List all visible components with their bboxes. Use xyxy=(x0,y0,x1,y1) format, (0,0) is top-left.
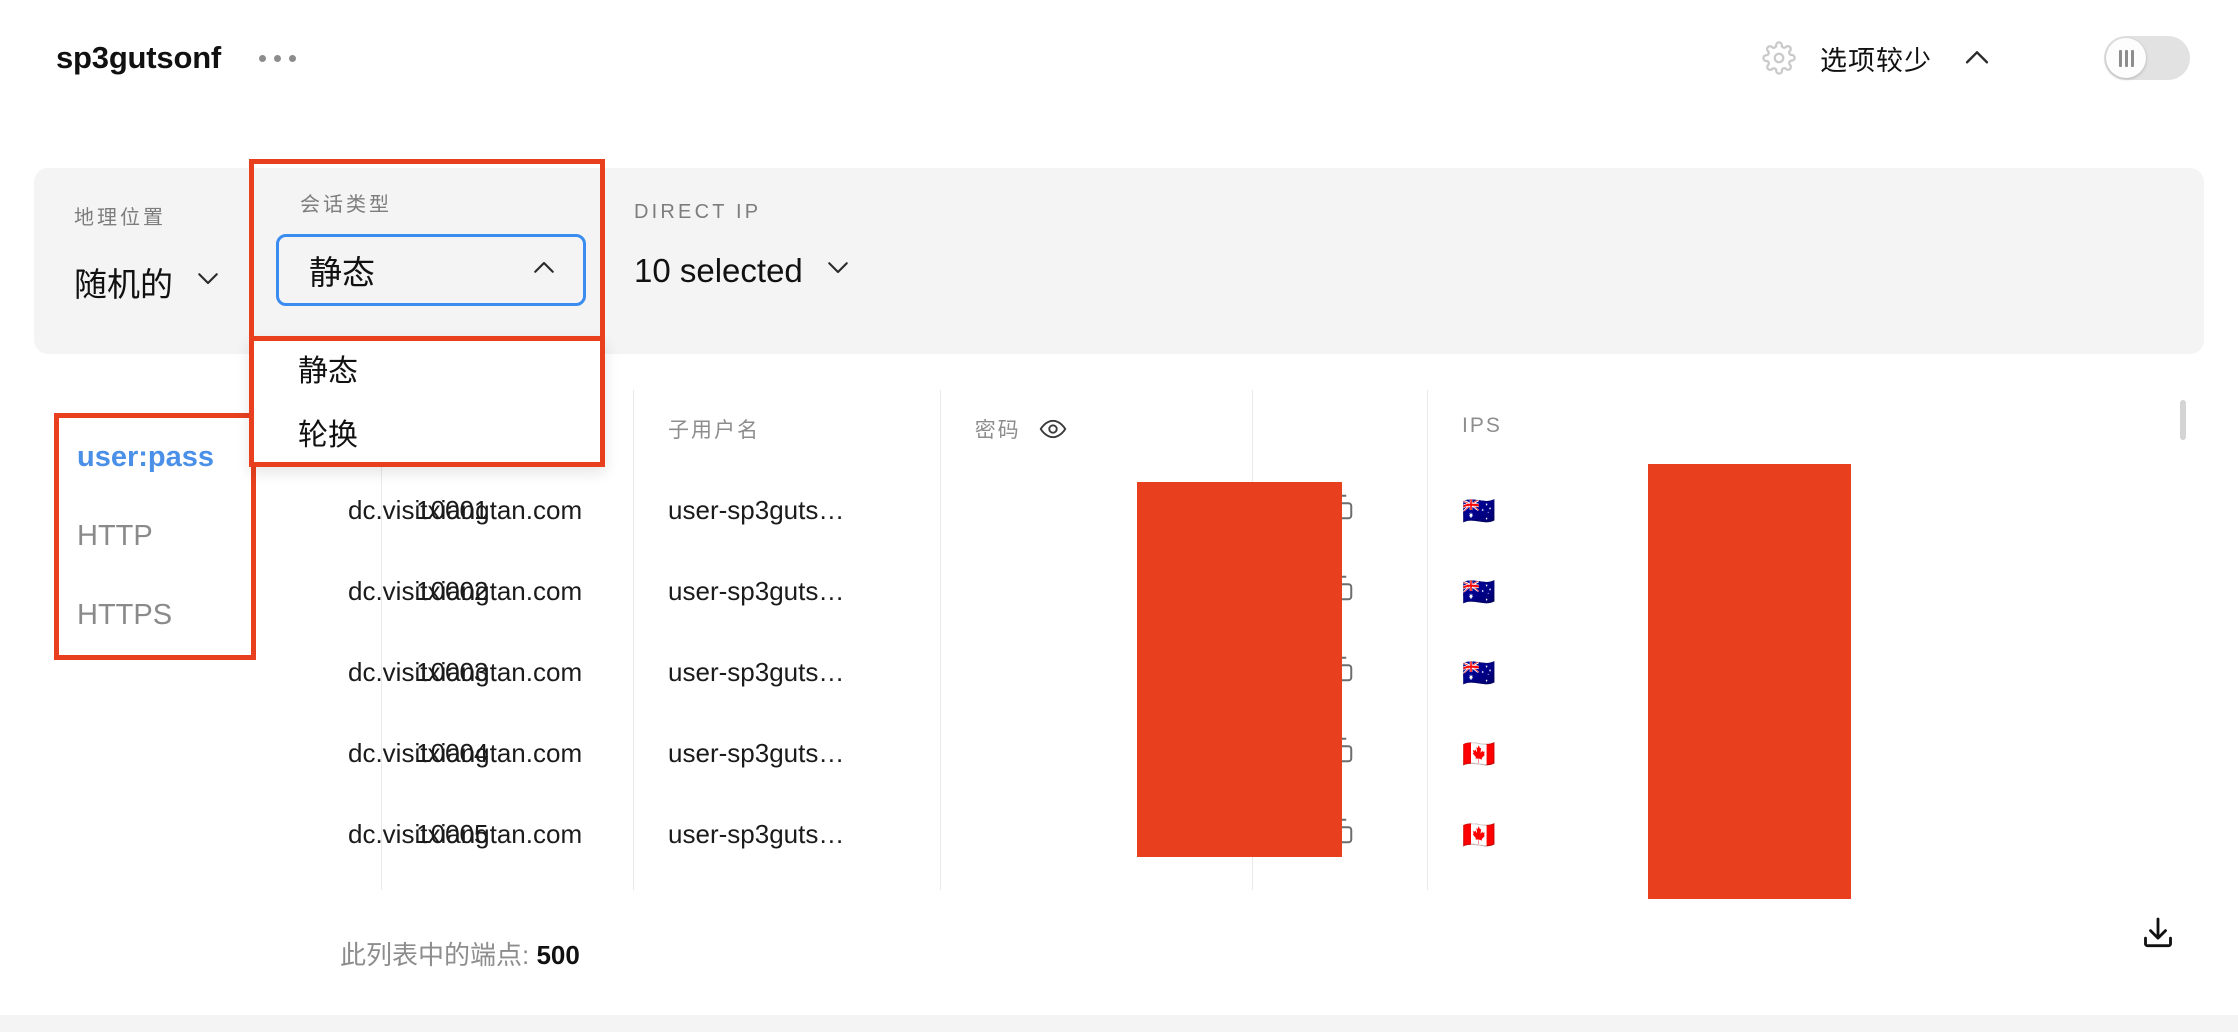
header-left-group: sp3gutsonf xyxy=(0,40,300,76)
cell-subuser: user-sp3guts… xyxy=(633,794,941,875)
view-mode-toggle[interactable] xyxy=(2104,36,2190,80)
filter-direct-ip-select[interactable]: 10 selected xyxy=(634,252,853,290)
filter-session-type-highlight: 会话类型 静态 xyxy=(249,159,605,341)
drag-handle-icon xyxy=(2106,38,2146,78)
filter-geolocation-select[interactable]: 随机的 xyxy=(74,258,223,306)
filter-direct-ip: DIRECT IP 10 selected xyxy=(634,201,853,290)
download-button[interactable] xyxy=(2136,912,2180,956)
cell-subuser: user-sp3guts… xyxy=(633,632,941,713)
endpoint-count-label: 此列表中的端点: xyxy=(340,940,530,970)
cell-subuser: user-sp3guts… xyxy=(633,470,941,551)
chevron-down-icon xyxy=(823,252,853,290)
session-type-option-static[interactable]: 静态 xyxy=(254,336,600,400)
chevron-down-icon xyxy=(193,263,223,301)
cell-host: dc.visitxiangtan.com xyxy=(0,794,582,875)
column-header-password: 密码 xyxy=(940,390,1253,470)
table-row[interactable]: dc.visitxiangtan.com 10005 user-sp3guts…… xyxy=(0,794,2238,875)
ellipsis-icon[interactable] xyxy=(255,49,300,68)
ips-redaction-overlay xyxy=(1648,464,1851,899)
page-title: sp3gutsonf xyxy=(56,40,222,75)
cell-subuser: user-sp3guts… xyxy=(633,551,941,632)
country-flag-icon: 🇨🇦 xyxy=(1462,738,1496,770)
table-row[interactable]: dc.visitxiangtan.com 10001 user-sp3guts…… xyxy=(0,470,2238,551)
cell-port: 10006 xyxy=(381,875,635,890)
filter-geolocation: 地理位置 随机的 xyxy=(74,201,223,306)
session-type-dropdown: 静态 轮换 xyxy=(249,336,605,467)
header-right-group: 选项较少 xyxy=(1762,36,2238,80)
column-header-ips: IPS xyxy=(1462,414,1502,437)
filter-direct-ip-value: 10 selected xyxy=(634,252,803,289)
country-flag-icon: 🇦🇺 xyxy=(1462,495,1496,527)
filter-geolocation-label: 地理位置 xyxy=(74,207,166,229)
session-type-option-rotating[interactable]: 轮换 xyxy=(254,400,600,464)
app-window: sp3gutsonf 选项较少 地理位置 随机的 DIRECT IP 10 se… xyxy=(0,0,2238,1032)
country-flag-icon: 🇦🇺 xyxy=(1462,576,1496,608)
protocol-tab-http[interactable]: HTTP xyxy=(59,497,251,576)
column-header-subuser: 子用户名 xyxy=(633,390,941,470)
cell-password xyxy=(940,875,1253,890)
window-bottom-strip xyxy=(0,1015,2238,1032)
cell-host: dc.visitxiangtan.com xyxy=(0,713,582,794)
cell-copy xyxy=(1252,875,1429,890)
cell-subuser: user-sp3guts… xyxy=(633,713,941,794)
table-scrollbar[interactable] xyxy=(2180,400,2186,440)
table-body: dc.visitxiangtan.com 10001 user-sp3guts…… xyxy=(0,470,2238,890)
protocol-tab-https[interactable]: HTTPS xyxy=(59,576,251,655)
options-toggle-label[interactable]: 选项较少 xyxy=(1820,39,1932,78)
table-row[interactable]: dc.visitxiangtan.com 10003 user-sp3guts…… xyxy=(0,632,2238,713)
cell-subuser: user-sp3guts… xyxy=(633,875,941,890)
table-row[interactable]: dc.visitxiangtan.com 10004 user-sp3guts…… xyxy=(0,713,2238,794)
country-flag-icon: 🇦🇺 xyxy=(1462,657,1496,689)
app-header: sp3gutsonf 选项较少 xyxy=(0,0,2238,116)
table-row[interactable]: dc.visitxiangtan.com 10006 user-sp3guts…… xyxy=(0,875,2238,890)
endpoint-count: 此列表中的端点: 500 xyxy=(340,935,580,972)
table-row[interactable]: dc.visitxiangtan.com 10002 user-sp3guts…… xyxy=(0,551,2238,632)
session-type-select[interactable]: 静态 xyxy=(276,234,586,306)
column-header-password-label: 密码 xyxy=(974,419,1021,442)
cell-host: dc.visitxiangtan.com xyxy=(0,875,383,890)
chevron-up-icon xyxy=(529,253,559,288)
chevron-up-icon[interactable] xyxy=(1960,41,1994,75)
column-header-copy xyxy=(1252,390,1429,470)
filter-geolocation-value: 随机的 xyxy=(74,266,173,303)
filter-direct-ip-label: DIRECT IP xyxy=(634,201,762,223)
session-type-value: 静态 xyxy=(309,254,375,291)
endpoint-count-value: 500 xyxy=(536,940,580,970)
eye-icon[interactable] xyxy=(1039,415,1067,443)
protocol-tab-userpass[interactable]: user:pass xyxy=(59,418,251,497)
protocol-tabs: user:pass HTTP HTTPS xyxy=(54,413,256,660)
gear-icon[interactable] xyxy=(1762,41,1796,75)
filter-session-type-label: 会话类型 xyxy=(300,194,392,216)
password-redaction-overlay xyxy=(1137,482,1342,857)
country-flag-icon: 🇨🇦 xyxy=(1462,819,1496,851)
